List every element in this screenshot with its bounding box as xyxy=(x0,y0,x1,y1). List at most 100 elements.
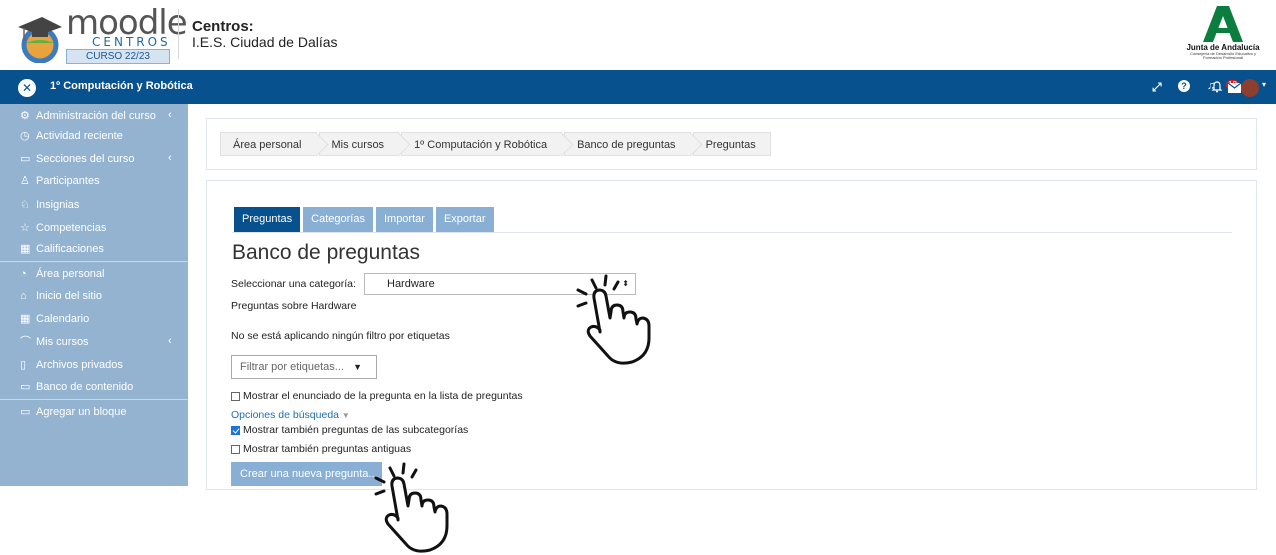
sidebar-item-label: Calendario xyxy=(36,313,90,325)
mail-icon[interactable] xyxy=(1228,83,1241,93)
sidebar-item-label: Insignias xyxy=(36,199,80,211)
category-label: Seleccionar una categoría: xyxy=(231,278,356,290)
dropdown-arrow-icon: ▼ xyxy=(353,362,362,372)
close-drawer-button[interactable]: ✕ xyxy=(18,79,36,97)
pointer-hand-icon xyxy=(576,274,651,365)
tab-import[interactable]: Importar xyxy=(375,207,433,232)
centros-label: Centros: xyxy=(192,18,254,35)
home-icon: ⌂ xyxy=(20,290,27,302)
sidebar-item-label: Inicio del sitio xyxy=(36,290,103,302)
show-subcategories-option[interactable]: Mostrar también preguntas de las subcate… xyxy=(231,424,468,436)
chevron-left-icon[interactable]: ‹ xyxy=(168,109,172,121)
create-question-button[interactable]: Crear una nueva pregunta... xyxy=(231,462,382,486)
breadcrumb-item[interactable]: Área personal xyxy=(220,132,317,156)
logo-subtitle: CENTROS xyxy=(92,35,171,49)
category-description: Preguntas sobre Hardware xyxy=(231,300,357,312)
tabs-divider xyxy=(232,232,1232,233)
table-icon: ▦ xyxy=(20,243,31,255)
sidebar-item-calificaciones[interactable]: ▦ Calificaciones xyxy=(20,239,104,259)
sidebar-item-mis-cursos[interactable]: ⌒ Mis cursos xyxy=(20,332,89,352)
centro-name: I.E.S. Ciudad de Dalías xyxy=(192,34,338,50)
sidebar-item-label: Actividad reciente xyxy=(36,130,123,142)
gears-icon: ⚙ xyxy=(20,110,30,122)
sidebar-item-secciones-del-curso[interactable]: ▭ Secciones del curso xyxy=(20,149,134,169)
badge-icon: ♘ xyxy=(20,199,30,211)
course-year-badge: CURSO 22/23 xyxy=(66,49,170,64)
tag-filter-dropdown[interactable]: Filtrar por etiquetas... ▼ xyxy=(231,355,377,379)
moodle-centros-logo[interactable]: moodle CENTROS CURSO 22/23 xyxy=(18,3,188,65)
sidebar-item-label: Área personal xyxy=(36,268,105,280)
sidebar-item-administración-del-curso[interactable]: ⚙ Administración del curso xyxy=(20,106,156,126)
breadcrumb-item[interactable]: 1º Computación y Robótica xyxy=(401,132,563,156)
sidebar-item-área-personal[interactable]: ◔ Área personal xyxy=(20,264,105,284)
user-avatar[interactable] xyxy=(1241,79,1259,97)
sidebar-divider xyxy=(0,261,188,262)
show-old-questions-checkbox[interactable] xyxy=(231,444,240,454)
navbar-course-title[interactable]: 1º Computación y Robótica xyxy=(50,80,193,92)
junta-andalucia-logo[interactable]: Junta de Andalucía Consejería de Desarro… xyxy=(1180,6,1266,64)
category-select-value: Hardware xyxy=(387,278,435,290)
sidebar-item-label: Administración del curso xyxy=(36,110,156,122)
folder-icon: ▭ xyxy=(20,381,31,393)
show-question-text-checkbox[interactable] xyxy=(231,391,240,401)
folder-icon: ▭ xyxy=(20,153,31,165)
graduation-cap-icon xyxy=(18,17,62,63)
dashboard-icon: ◔ xyxy=(20,268,27,280)
search-options-toggle[interactable]: Opciones de búsqueda ▼ xyxy=(231,409,350,421)
sidebar-item-actividad-reciente[interactable]: ◷ Actividad reciente xyxy=(20,126,123,146)
users-icon: ♙ xyxy=(20,175,30,187)
show-subcategories-checkbox[interactable] xyxy=(231,425,240,435)
show-old-questions-label: Mostrar también preguntas antiguas xyxy=(243,443,412,455)
tag-filter-status: No se está aplicando ningún filtro por e… xyxy=(231,330,450,342)
help-icon[interactable]: ? xyxy=(1178,80,1190,92)
tab-questions[interactable]: Preguntas xyxy=(234,207,301,232)
sidebar-item-inicio-del-sitio[interactable]: ⌂ Inicio del sitio xyxy=(20,286,102,306)
plus-square-icon: ▭ xyxy=(20,406,31,418)
user-menu-caret-icon[interactable]: ▾ xyxy=(1262,80,1266,89)
sidebar-item-archivos-privados[interactable]: ▯ Archivos privados xyxy=(20,355,123,375)
sidebar-item-calendario[interactable]: ▦ Calendario xyxy=(20,309,89,329)
sidebar-item-label: Mis cursos xyxy=(36,336,89,348)
sidebar-item-agregar-un-bloque[interactable]: ▭ Agregar un bloque xyxy=(20,402,127,422)
sidebar-item-label: Banco de contenido xyxy=(36,381,134,393)
sidebar-item-label: Agregar un bloque xyxy=(36,406,127,418)
breadcrumb-item: Preguntas xyxy=(692,132,771,156)
notification-bell-icon[interactable] xyxy=(1211,81,1223,93)
chevron-left-icon[interactable]: ‹ xyxy=(168,152,172,164)
sidebar-item-label: Participantes xyxy=(36,175,100,187)
files-icon: ▯ xyxy=(20,359,27,371)
junta-a-icon xyxy=(1203,6,1243,42)
clock-icon: ◷ xyxy=(20,130,30,142)
sidebar-item-label: Archivos privados xyxy=(36,359,123,371)
question-bank-tabs: Preguntas Categorías Importar Exportar xyxy=(234,207,497,232)
page-title: Banco de preguntas xyxy=(232,241,420,264)
tab-export[interactable]: Exportar xyxy=(435,207,494,232)
junta-subtitle: Consejería de Desarrollo Educativo y For… xyxy=(1189,51,1257,60)
breadcrumb: Área personal Mis cursos 1º Computación … xyxy=(220,132,773,156)
graduation-icon: ⌒ xyxy=(20,336,31,348)
sidebar-item-competencias[interactable]: ☆ Competencias xyxy=(20,218,106,238)
tab-categories[interactable]: Categorías xyxy=(303,207,373,232)
header-divider xyxy=(178,9,179,59)
show-question-text-option[interactable]: Mostrar el enunciado de la pregunta en l… xyxy=(231,390,523,402)
caret-down-icon: ▼ xyxy=(341,411,350,420)
calendar-icon: ▦ xyxy=(20,313,31,325)
sidebar-divider xyxy=(0,399,188,400)
expand-icon[interactable]: ⤢ xyxy=(1152,80,1162,95)
sidebar-item-insignias[interactable]: ♘ Insignias xyxy=(20,195,79,215)
chevron-left-icon[interactable]: ‹ xyxy=(168,335,172,347)
show-subcategories-label: Mostrar también preguntas de las subcate… xyxy=(243,424,469,436)
search-options-label: Opciones de búsqueda xyxy=(231,409,339,421)
sidebar-item-participantes[interactable]: ♙ Participantes xyxy=(20,171,100,191)
site-header: moodle CENTROS CURSO 22/23 Centros: I.E.… xyxy=(0,0,1276,70)
breadcrumb-item[interactable]: Mis cursos xyxy=(318,132,400,156)
sidebar-item-label: Calificaciones xyxy=(36,243,104,255)
pointer-hand-icon xyxy=(374,462,449,553)
star-icon: ☆ xyxy=(20,222,30,234)
sidebar-item-label: Competencias xyxy=(36,222,107,234)
sidebar-item-banco-de-contenido[interactable]: ▭ Banco de contenido xyxy=(20,377,133,397)
show-question-text-label: Mostrar el enunciado de la pregunta en l… xyxy=(243,390,523,402)
sidebar-item-label: Secciones del curso xyxy=(36,153,135,165)
breadcrumb-item[interactable]: Banco de preguntas xyxy=(564,132,691,156)
show-old-questions-option[interactable]: Mostrar también preguntas antiguas xyxy=(231,443,411,455)
